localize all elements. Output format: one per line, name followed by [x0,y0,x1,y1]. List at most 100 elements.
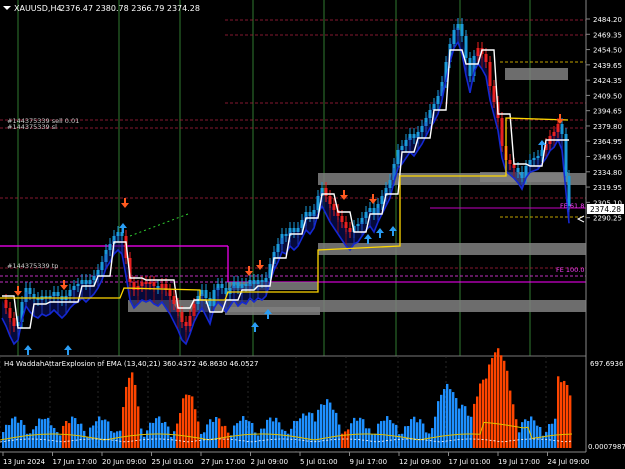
candle-body [516,168,520,172]
candle-body [420,126,424,132]
histogram-bar [86,437,89,448]
candle-body [144,282,148,284]
candle-body [404,140,408,146]
candle-body [308,212,312,216]
candle-body [4,300,8,308]
histogram-bar [131,372,134,448]
candle-body [12,318,16,326]
indicator-axis-top: 697.6936 [590,360,624,368]
histogram-bar [524,419,527,448]
histogram-bar [257,435,260,448]
candle-body [488,62,492,86]
candle-body [436,96,440,104]
histogram-bar [35,426,38,448]
candle-body [204,290,208,298]
candle-body [364,212,368,218]
histogram-bar [323,404,326,448]
histogram-bar [218,418,221,448]
candle-body [380,196,384,204]
order-sl-label: #144375339 sl [7,123,57,131]
histogram-bar [422,423,425,448]
fib-618-label: FE 61.8 [560,202,584,210]
histogram-bar [353,417,356,448]
candle-body [556,124,560,132]
price-tick-label: 2319.95 [593,184,622,192]
candle-body [368,208,372,212]
histogram-bar [182,398,185,448]
histogram-bar [50,425,53,448]
histogram-bar [74,418,77,448]
histogram-bar [407,426,410,448]
histogram-bar [458,408,461,448]
candle-body [56,292,60,296]
histogram-bar [92,425,95,448]
histogram-bar [200,433,203,448]
histogram-bar [491,358,494,448]
histogram-bar [179,413,182,448]
histogram-bar [110,431,113,448]
histogram-bar [233,425,236,448]
candle-body [520,172,524,178]
histogram-bar [227,432,230,448]
histogram-bar [161,422,164,448]
candle-body [460,24,464,36]
histogram-bar [155,418,158,448]
histogram-bar [389,419,392,448]
histogram-bar [506,370,509,448]
candle-body [468,58,472,76]
histogram-bar [452,392,455,448]
price-tick-label: 2424.35 [593,77,622,85]
candle-body [180,312,184,322]
histogram-bar [500,355,503,448]
candle-body [264,278,268,282]
histogram-bar [143,436,146,448]
price-tick-label: 2349.65 [593,154,622,162]
histogram-bar [104,419,107,448]
price-tick-label: 2364.95 [593,138,622,146]
histogram-bar [542,435,545,448]
candle-body [100,262,104,270]
order-tp-label: #144375339 tp [7,262,58,270]
histogram-bar [365,428,368,448]
histogram-bar [101,420,104,448]
candle-body [72,286,76,290]
histogram-bar [299,418,302,448]
candle-body [84,280,88,284]
price-tick-label: 2409.50 [593,92,622,100]
histogram-bar [251,423,254,448]
candle-body [240,284,244,288]
histogram-bar [344,431,347,448]
histogram-bar [173,431,176,448]
time-tick-label: 17 Jul 01:00 [449,458,491,466]
histogram-bar [350,423,353,448]
histogram-bar [503,360,506,448]
candle-body [484,54,488,62]
trading-chart[interactable]: 2484.20 2469.35 2454.50 2439.65 2424.35 2409.… [0,0,625,469]
candle-body [340,216,344,222]
histogram-bar [416,422,419,448]
histogram-bar [38,418,41,448]
candle-body [220,284,224,288]
histogram-bar [194,409,197,448]
time-tick-label: 12 Jul 09:00 [399,458,441,466]
candle-body [188,316,192,326]
histogram-bar [386,416,389,448]
histogram-bar [359,417,362,448]
histogram-bar [176,423,179,448]
histogram-bar [125,386,128,448]
candle-body [388,180,392,188]
time-tick-label: 2 Jul 09:00 [251,458,289,466]
histogram-bar [536,425,539,448]
histogram-bar [419,419,422,448]
histogram-bar [434,416,437,448]
histogram-bar [152,422,155,448]
histogram-bar [473,403,476,448]
histogram-bar [134,384,137,448]
candle-body [28,288,32,294]
indicator-title: H4 WaddahAttarExplosion of EMA (13,40,21… [4,360,258,368]
candle-body [536,156,540,158]
histogram-bar [206,424,209,448]
candle-body [552,132,556,136]
histogram-bar [149,422,152,448]
zone-rect [505,68,568,80]
